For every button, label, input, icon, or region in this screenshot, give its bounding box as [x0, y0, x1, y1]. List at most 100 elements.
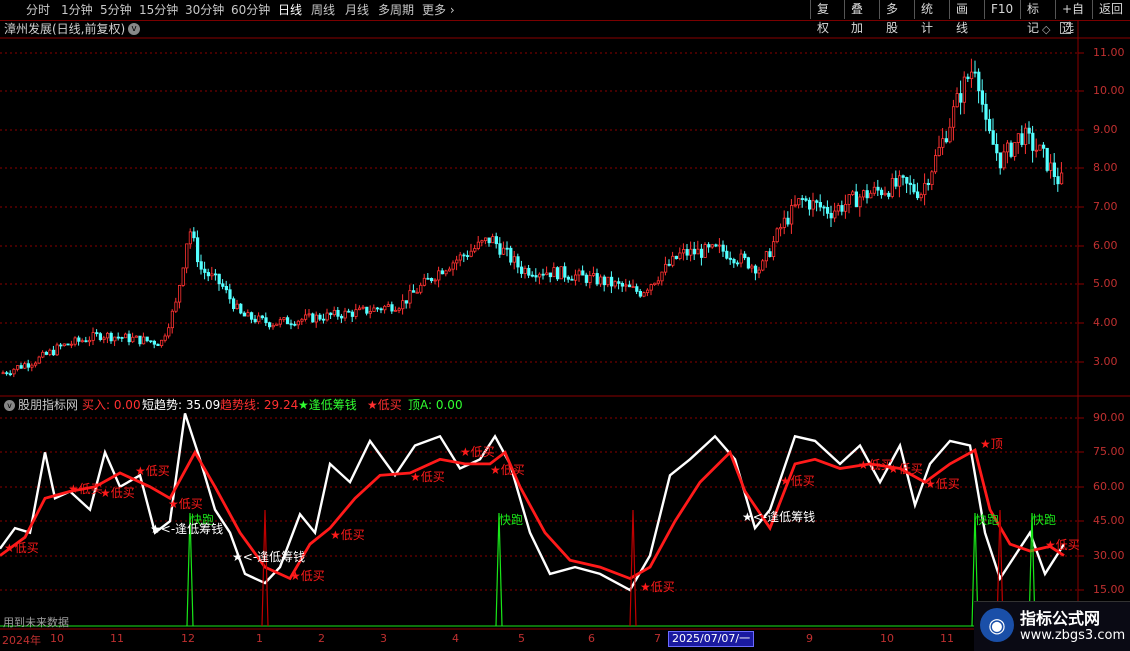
- candle-body: [134, 335, 138, 338]
- candle-body: [973, 71, 977, 74]
- candle-body: [188, 231, 192, 245]
- candle-body: [296, 320, 301, 326]
- candle-body: [365, 306, 369, 314]
- candle-body: [606, 276, 610, 286]
- candle-body: [991, 130, 995, 145]
- low-buy-label: ★低买: [1045, 538, 1080, 552]
- buy-spike: [629, 509, 637, 627]
- candle-body: [271, 324, 275, 328]
- candle-body: [977, 71, 981, 92]
- candle-body: [177, 285, 182, 303]
- candle-body: [764, 251, 769, 262]
- candle-body: [570, 278, 574, 281]
- candle-body: [836, 205, 841, 212]
- candle-body: [984, 103, 988, 120]
- candle-body: [858, 196, 862, 208]
- candle-body: [239, 303, 243, 314]
- candle-body: [30, 364, 34, 368]
- candle-body: [1013, 142, 1017, 157]
- candle-body: [545, 272, 549, 276]
- candle-body: [617, 281, 621, 284]
- candle-body: [469, 250, 473, 257]
- candle-body: [149, 340, 153, 343]
- candle-body: [372, 307, 376, 312]
- candle-body: [192, 231, 196, 239]
- candle-body: [293, 323, 297, 326]
- candle-body: [937, 146, 941, 156]
- legend-item-2: 短趋势: 35.09: [142, 398, 221, 412]
- candle-body: [768, 251, 772, 258]
- candle-body: [354, 309, 358, 317]
- indicator-toggle-icon[interactable]: v: [4, 400, 15, 411]
- candle-body: [185, 243, 189, 269]
- escape-label: 快跑: [1032, 513, 1056, 527]
- low-buy-label: ★低买: [460, 445, 495, 459]
- candle-body: [808, 199, 812, 210]
- candle-body: [876, 186, 880, 191]
- legend-item-5: ★低买: [367, 398, 402, 412]
- candle-body: [455, 259, 459, 264]
- candle-body: [98, 333, 102, 341]
- candle-body: [800, 198, 805, 200]
- candle-body: [231, 298, 236, 310]
- candle-body: [59, 344, 63, 347]
- candle-body: [872, 186, 877, 194]
- candle-body: [1056, 176, 1060, 185]
- candle-body: [311, 313, 315, 323]
- candle-body: [264, 317, 268, 324]
- candle-body: [106, 332, 110, 339]
- candle-body: [66, 343, 70, 346]
- price-tick-label: 5.00: [1093, 277, 1118, 290]
- candle-body: [980, 90, 985, 105]
- candle-body: [667, 263, 671, 266]
- short-trend-line: [0, 413, 1066, 592]
- candle-body: [285, 317, 290, 325]
- candle-body: [786, 217, 790, 225]
- candle-body: [1038, 144, 1042, 151]
- candle-body: [833, 210, 837, 219]
- price-tick-label: 11.00: [1093, 46, 1125, 59]
- candle-body: [329, 312, 333, 316]
- candle-body: [854, 191, 859, 208]
- candle-body: [429, 277, 434, 282]
- candle-body: [163, 335, 167, 341]
- candle-body: [653, 282, 657, 286]
- candle-body: [700, 248, 704, 258]
- candle-body: [862, 190, 866, 198]
- indicator-tick-label: 45.00: [1093, 514, 1125, 527]
- candle-body: [584, 274, 589, 283]
- candle-body: [88, 339, 92, 343]
- candle-body: [375, 307, 380, 310]
- candle-body: [566, 276, 571, 280]
- candle-body: [577, 270, 581, 276]
- candle-body: [34, 362, 38, 366]
- candle-body: [1045, 147, 1049, 171]
- candle-body: [790, 205, 794, 225]
- legend-item-6: 顶A: 0.00: [408, 398, 463, 412]
- candle-body: [437, 270, 441, 281]
- candle-body: [538, 273, 542, 278]
- candle-body: [998, 152, 1003, 169]
- candle-body: [368, 311, 373, 314]
- candle-body: [588, 274, 592, 283]
- candle-body: [278, 319, 283, 325]
- candle-body: [300, 318, 304, 322]
- kline-chart[interactable]: ★低买★低买★低买★低买★低买★低买★低买★低买★低买★低买★低买★低买★低买★…: [0, 0, 1130, 650]
- watermark-title: 指标公式网: [1020, 609, 1101, 628]
- low-buy-label: ★低买: [168, 497, 203, 511]
- candle-body: [37, 356, 41, 364]
- candle-body: [761, 260, 765, 271]
- candle-body: [386, 304, 391, 307]
- candle-body: [440, 270, 445, 275]
- candle-body: [52, 349, 56, 356]
- candle-body: [757, 269, 761, 274]
- candle-body: [563, 266, 567, 278]
- candle-body: [1020, 133, 1024, 145]
- month-label: 7: [654, 632, 661, 645]
- watermark-url: www.zbgs3.com: [1020, 628, 1126, 643]
- candle-body: [55, 344, 59, 356]
- candle-body: [257, 315, 261, 323]
- candle-body: [926, 182, 931, 185]
- candle-body: [574, 274, 578, 281]
- candle-body: [718, 244, 722, 247]
